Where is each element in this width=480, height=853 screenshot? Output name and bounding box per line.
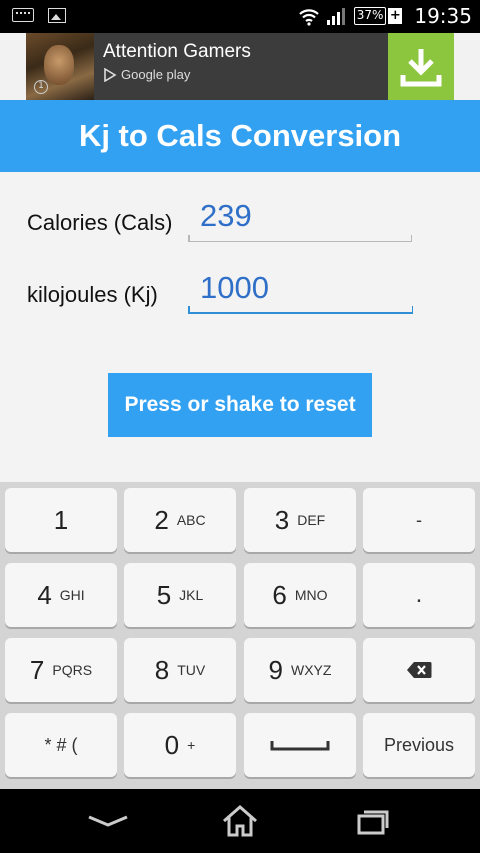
signal-icon: [326, 8, 345, 25]
ad-store-label: Google play: [121, 67, 191, 82]
key-sub: WXYZ: [291, 662, 332, 678]
key-symbols[interactable]: * # (: [5, 713, 117, 777]
keyboard-icon: [12, 8, 34, 22]
ad-game-thumbnail: 1: [26, 33, 94, 100]
ad-download-button[interactable]: [388, 33, 454, 100]
battery-indicator: 37% +: [353, 7, 403, 25]
key-backspace[interactable]: [363, 638, 475, 702]
reset-button[interactable]: Press or shake to reset: [108, 373, 372, 437]
key-main: 0: [164, 729, 180, 760]
ad-banner-area: 1 Attention Gamers Google play: [0, 33, 480, 100]
clock: 19:35: [414, 4, 472, 28]
app-title-bar: Kj to Cals Conversion: [0, 100, 480, 172]
backspace-icon: [407, 662, 432, 678]
key-main: 3: [274, 504, 290, 535]
key-8[interactable]: 8 TUV: [124, 638, 236, 702]
key-main: 6: [272, 579, 287, 610]
space-icon: [270, 741, 330, 751]
key-main: 4: [37, 579, 52, 610]
download-icon: [400, 48, 442, 86]
key-previous[interactable]: Previous: [363, 713, 475, 777]
ad-title: Attention Gamers: [103, 41, 251, 62]
home-icon: [223, 805, 257, 837]
key-2[interactable]: 2 ABC: [124, 488, 236, 552]
calories-row: Calories (Cals) 239: [0, 194, 480, 244]
key-0[interactable]: 0 +: [124, 713, 236, 777]
key-main: 5: [156, 579, 172, 610]
key-4[interactable]: 4 GHI: [5, 563, 117, 627]
key-sub: ABC: [176, 512, 206, 528]
navigation-bar: [0, 789, 480, 853]
ad-banner[interactable]: 1 Attention Gamers Google play: [26, 33, 454, 100]
key-space[interactable]: [244, 713, 356, 777]
key-1[interactable]: 1: [5, 488, 117, 552]
image-icon: [48, 8, 66, 23]
back-icon: [88, 815, 128, 827]
key-main: 1: [53, 504, 69, 535]
key-sub: DEF: [297, 512, 326, 528]
key-main: 2: [154, 504, 169, 535]
nav-back-button[interactable]: [78, 803, 138, 839]
key-decimal[interactable]: .: [363, 563, 475, 627]
numeric-keypad: 1 2 ABC 3 DEF - 4 GHI 5 JKL 6 MNO . 7 PQ…: [0, 482, 480, 789]
key-sub: TUV: [177, 662, 206, 678]
calories-input[interactable]: 239: [188, 196, 412, 242]
wifi-icon: [298, 9, 319, 26]
key-9[interactable]: 9 WXYZ: [244, 638, 356, 702]
key-sub: JKL: [179, 587, 204, 603]
kilojoules-value: 1000: [200, 270, 269, 305]
calories-value: 239: [200, 198, 252, 233]
status-bar: 37% + 19:35: [0, 0, 480, 33]
key-sub: GHI: [59, 587, 85, 603]
key-main: 9: [268, 654, 283, 685]
key-sub: PQRS: [52, 662, 93, 678]
nav-recents-button[interactable]: [343, 803, 403, 839]
ad-store: Google play: [103, 67, 388, 82]
recents-icon: [357, 810, 389, 835]
ad-badge: 1: [34, 80, 48, 94]
key-sub: MNO: [294, 587, 328, 603]
key-main: 8: [154, 654, 170, 685]
app-title: Kj to Cals Conversion: [78, 118, 402, 153]
key-sub: +: [187, 737, 196, 753]
key-label: * # (: [44, 734, 78, 755]
kilojoules-label: kilojoules (Kj): [27, 282, 158, 307]
key-6[interactable]: 6 MNO: [244, 563, 356, 627]
battery-percent: 37%: [353, 7, 387, 25]
key-label: Previous: [383, 734, 455, 755]
nav-home-button[interactable]: [210, 803, 270, 839]
kilojoules-input[interactable]: 1000: [188, 268, 413, 314]
key-3[interactable]: 3 DEF: [244, 488, 356, 552]
converter-form: Calories (Cals) 239 kilojoules (Kj) 1000…: [0, 172, 480, 482]
charging-icon: +: [388, 8, 403, 24]
key-main: 7: [29, 654, 45, 685]
key-main: -: [416, 509, 422, 530]
key-5[interactable]: 5 JKL: [124, 563, 236, 627]
key-minus[interactable]: -: [363, 488, 475, 552]
kilojoules-row: kilojoules (Kj) 1000: [0, 268, 480, 318]
key-7[interactable]: 7 PQRS: [5, 638, 117, 702]
play-store-icon: [104, 67, 117, 82]
calories-label: Calories (Cals): [27, 210, 173, 235]
key-main: .: [415, 581, 423, 608]
